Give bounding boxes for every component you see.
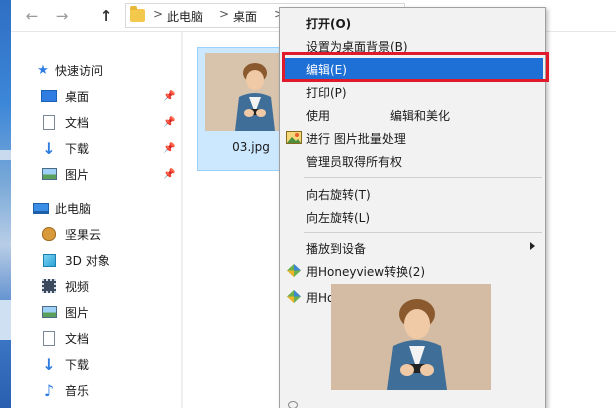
sidebar-item-pictures-pc[interactable]: 图片	[11, 300, 183, 324]
video-icon	[41, 279, 57, 293]
sidebar-item-downloads-pc[interactable]: ↓ 下载	[11, 352, 183, 376]
sidebar-item-music[interactable]: ♪ 音乐	[11, 378, 183, 402]
sidebar-item-label: 文档	[65, 331, 90, 346]
folder-icon	[130, 6, 145, 22]
wallpaper-detail	[0, 150, 11, 160]
menu-separator	[304, 232, 542, 233]
sidebar-item-this-pc[interactable]: 此电脑	[11, 196, 183, 220]
sidebar-item-label: 图片	[65, 305, 90, 320]
star-icon: ★	[37, 62, 49, 78]
forward-glyph: →	[55, 7, 69, 25]
up-glyph: ↑	[99, 7, 113, 25]
sidebar-item-label: 文档	[65, 115, 90, 130]
breadcrumb-item-this-pc[interactable]: 此电脑	[167, 8, 203, 25]
menu-item-label: 打开(O)	[306, 17, 352, 31]
sidebar-item-label: 下载	[65, 141, 90, 156]
sidebar-item-label: 视频	[65, 279, 90, 294]
document-icon	[41, 114, 57, 130]
back-arrow-icon[interactable]: ←	[21, 5, 43, 27]
desktop-wallpaper-edge	[0, 0, 11, 408]
computer-icon	[33, 201, 49, 215]
menu-item-rotate-right[interactable]: 向右旋转(T)	[282, 183, 543, 204]
honeyview-icon	[286, 289, 302, 304]
document-icon	[41, 330, 57, 346]
desktop-icon	[41, 89, 57, 103]
menu-item-label: 进行 图片批量处理	[306, 132, 406, 146]
sidebar-item-nutstore[interactable]: 坚果云	[11, 222, 183, 246]
menu-item-rotate-left[interactable]: 向左旋转(L)	[282, 206, 543, 227]
sidebar-item-documents-pc[interactable]: 文档	[11, 326, 183, 350]
breadcrumb-separator-icon: >	[219, 7, 230, 21]
menu-item-open[interactable]: 打开(O)	[282, 12, 543, 33]
menu-item-label: 使用	[306, 109, 331, 123]
menu-item-open-with-editor[interactable]: 使用 编辑和美化	[282, 104, 543, 125]
pin-icon[interactable]: 📌	[163, 117, 175, 128]
sidebar-item-downloads[interactable]: ↓ 下载 📌	[11, 136, 183, 160]
sidebar-item-label: 桌面	[65, 89, 90, 104]
boy-with-gamepad-preview	[331, 284, 491, 390]
pin-icon[interactable]: 📌	[163, 169, 175, 180]
sidebar-item-videos[interactable]: 视频	[11, 274, 183, 298]
pin-icon[interactable]: 📌	[163, 143, 175, 154]
breadcrumb-item-desktop[interactable]: 桌面	[233, 8, 257, 25]
image-preview-tooltip	[331, 284, 491, 390]
sidebar-item-label: 音乐	[65, 383, 90, 398]
sidebar-item-pictures[interactable]: 图片 📌	[11, 162, 183, 186]
annotation-highlight-box	[282, 52, 549, 82]
download-icon: ↓	[42, 354, 56, 374]
menu-item-label: 向左旋转(L)	[306, 211, 371, 225]
pin-icon[interactable]: 📌	[163, 91, 175, 102]
sidebar-item-label: 下载	[65, 357, 90, 372]
sidebar-item-documents[interactable]: 文档 📌	[11, 110, 183, 134]
menu-item-label: 管理员取得所有权	[306, 155, 403, 169]
menu-item-print[interactable]: 打印(P)	[282, 81, 543, 102]
sidebar-item-label: 3D 对象	[65, 253, 110, 268]
batch-image-icon	[286, 130, 302, 145]
navigation-pane: ★ 快速访问 桌面 📌 文档 📌 ↓ 下载 📌 图片 📌 此电脑 坚果云 3D …	[11, 32, 183, 408]
sidebar-item-quick-access[interactable]: ★ 快速访问	[11, 58, 183, 82]
sidebar-item-label: 坚果云	[65, 227, 102, 242]
sidebar-item-label: 快速访问	[55, 63, 104, 78]
menu-item-label: 打印(P)	[306, 86, 347, 100]
menu-item-batch-process[interactable]: 进行 图片批量处理	[282, 127, 543, 148]
back-glyph: ←	[25, 7, 39, 25]
honeyview-icon	[286, 263, 302, 278]
3d-objects-icon	[41, 253, 57, 267]
menu-item-label: 向右旋转(T)	[306, 188, 371, 202]
sidebar-item-label: 此电脑	[55, 201, 92, 216]
menu-item-take-ownership[interactable]: 管理员取得所有权	[282, 150, 543, 171]
menu-item-cast-to-device[interactable]: 播放到设备	[282, 237, 543, 258]
menu-item-extra: 编辑和美化	[390, 109, 451, 123]
sidebar-item-desktop[interactable]: 桌面 📌	[11, 84, 183, 108]
wallpaper-detail	[0, 300, 11, 340]
menu-item-partial-icon	[288, 401, 298, 408]
sidebar-item-label: 图片	[65, 167, 90, 182]
picture-icon	[41, 305, 57, 319]
download-icon: ↓	[42, 138, 56, 158]
breadcrumb-separator-icon: >	[153, 7, 164, 21]
nutstore-icon	[41, 227, 57, 241]
up-arrow-icon[interactable]: ↑	[95, 5, 117, 27]
forward-arrow-icon[interactable]: →	[51, 5, 73, 27]
menu-item-label: 播放到设备	[306, 242, 367, 256]
menu-item-label: 用Honeyview转换(2)	[306, 265, 426, 279]
menu-item-honeyview-convert[interactable]: 用Honeyview转换(2)	[282, 260, 543, 281]
music-icon: ♪	[43, 380, 55, 400]
menu-separator	[304, 177, 542, 178]
sidebar-item-3d-objects[interactable]: 3D 对象	[11, 248, 183, 272]
submenu-arrow-icon	[530, 242, 535, 250]
picture-icon	[41, 167, 57, 181]
